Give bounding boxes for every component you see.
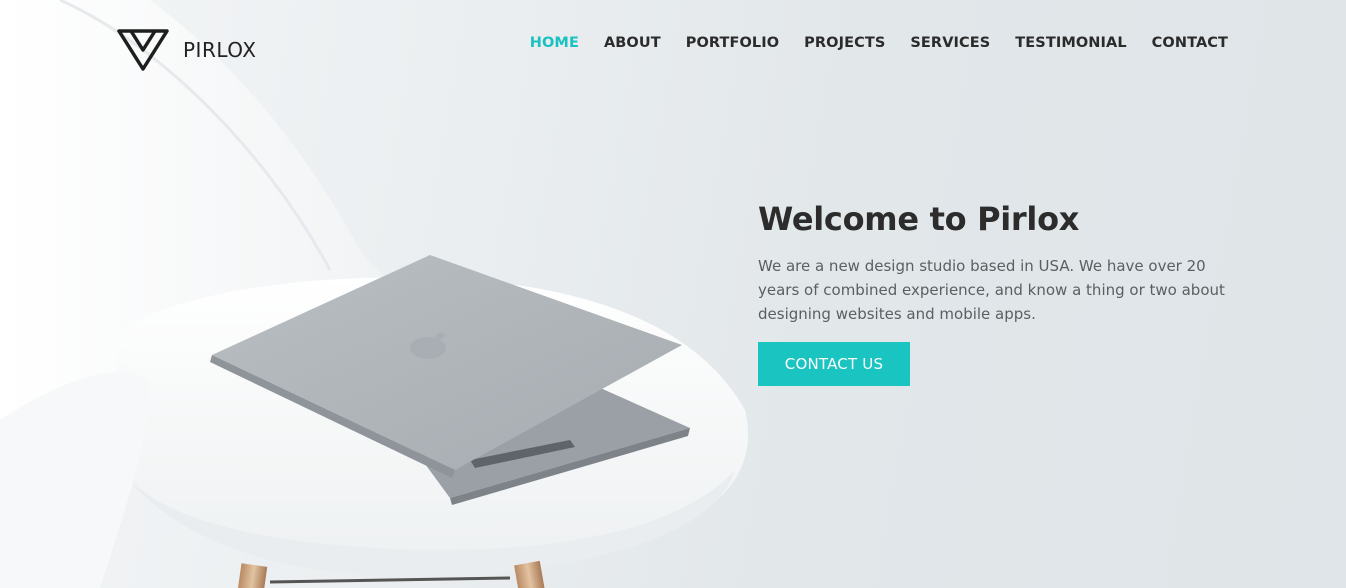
nav-item-projects[interactable]: PROJECTS <box>804 35 885 51</box>
nav-item-about[interactable]: ABOUT <box>604 35 661 51</box>
brand-name: PIRLOX <box>183 38 257 62</box>
main-nav: HOME ABOUT PORTFOLIO PROJECTS SERVICES T… <box>505 34 1228 52</box>
contact-us-button[interactable]: CONTACT US <box>758 342 910 386</box>
nav-item-portfolio[interactable]: PORTFOLIO <box>686 35 779 51</box>
hero-content: Welcome to Pirlox We are a new design st… <box>758 200 1238 386</box>
hero-description: We are a new design studio based in USA.… <box>758 257 1225 323</box>
nav-item-home[interactable]: HOME <box>530 35 579 51</box>
hero-title: Welcome to Pirlox <box>758 200 1080 238</box>
site-header: PIRLOX HOME ABOUT PORTFOLIO PROJECTS SER… <box>0 0 1346 90</box>
triangle-logo-icon <box>117 29 169 71</box>
brand-logo[interactable]: PIRLOX <box>117 28 256 72</box>
nav-item-services[interactable]: SERVICES <box>910 35 990 51</box>
nav-item-testimonial[interactable]: TESTIMONIAL <box>1015 35 1126 51</box>
nav-item-contact[interactable]: CONTACT <box>1152 35 1228 51</box>
